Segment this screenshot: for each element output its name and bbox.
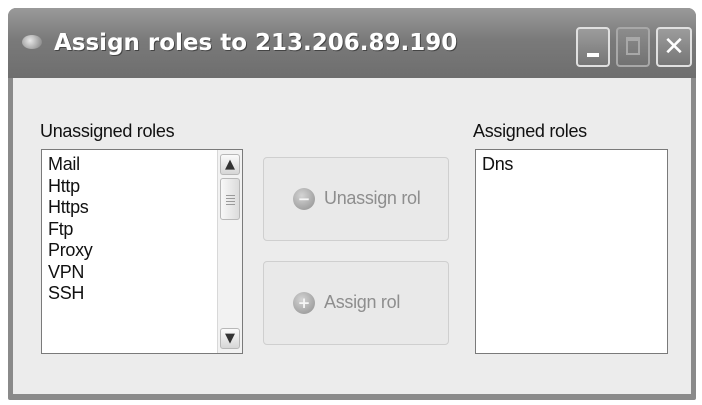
- list-item-proxy[interactable]: Proxy: [48, 240, 93, 262]
- chevron-down-icon: ▼: [225, 331, 235, 346]
- unassigned-roles-list[interactable]: Mail Http Https Ftp Proxy VPN SSH ▲ ▼: [41, 149, 243, 354]
- grip-line-icon: [226, 201, 235, 202]
- minimize-button[interactable]: [576, 27, 610, 67]
- unassigned-roles-items: Mail Http Https Ftp Proxy VPN SSH: [48, 154, 93, 305]
- minus-glyph: −: [297, 190, 311, 208]
- assign-role-label: Assign rol: [324, 292, 401, 312]
- assigned-roles-list[interactable]: Dns: [475, 149, 668, 354]
- list-item-ssh[interactable]: SSH: [48, 283, 93, 305]
- chevron-up-icon: ▲: [225, 157, 235, 172]
- scroll-thumb[interactable]: [220, 178, 240, 220]
- maximize-icon: [626, 37, 640, 55]
- list-item-mail[interactable]: Mail: [48, 154, 93, 176]
- grip-line-icon: [226, 204, 235, 205]
- unassign-role-label: Unassign rol: [324, 188, 421, 208]
- maximize-button[interactable]: [616, 27, 650, 67]
- unassigned-roles-label: Unassigned roles: [40, 121, 175, 141]
- list-item-dns[interactable]: Dns: [482, 154, 513, 176]
- plus-circle-icon: +: [293, 292, 315, 314]
- list-item-http[interactable]: Http: [48, 176, 93, 198]
- dialog-body: Unassigned roles Mail Http Https Ftp Pro…: [13, 78, 691, 394]
- window-title: Assign roles to 213.206.89.190: [54, 30, 458, 56]
- plus-glyph: +: [297, 294, 311, 312]
- grip-line-icon: [226, 195, 235, 196]
- assign-roles-window: Assign roles to 213.206.89.190 ✕ Unassig…: [8, 8, 696, 400]
- scroll-down-button[interactable]: ▼: [220, 328, 240, 349]
- list-item-vpn[interactable]: VPN: [48, 262, 93, 284]
- minimize-icon: [587, 53, 599, 57]
- title-bar[interactable]: Assign roles to 213.206.89.190 ✕: [8, 8, 696, 78]
- vertical-scrollbar[interactable]: ▲ ▼: [217, 150, 242, 353]
- close-icon: ✕: [663, 32, 685, 62]
- list-item-https[interactable]: Https: [48, 197, 93, 219]
- scroll-up-button[interactable]: ▲: [220, 154, 240, 175]
- assign-role-button[interactable]: + Assign rol: [263, 261, 449, 345]
- grip-line-icon: [226, 198, 235, 199]
- assigned-roles-items: Dns: [482, 154, 513, 176]
- assigned-roles-label: Assigned roles: [473, 121, 587, 141]
- close-button[interactable]: ✕: [656, 27, 692, 67]
- unassign-role-button[interactable]: − Unassign rol: [263, 157, 449, 241]
- list-item-ftp[interactable]: Ftp: [48, 219, 93, 241]
- minus-circle-icon: −: [293, 188, 315, 210]
- app-icon: [22, 35, 42, 49]
